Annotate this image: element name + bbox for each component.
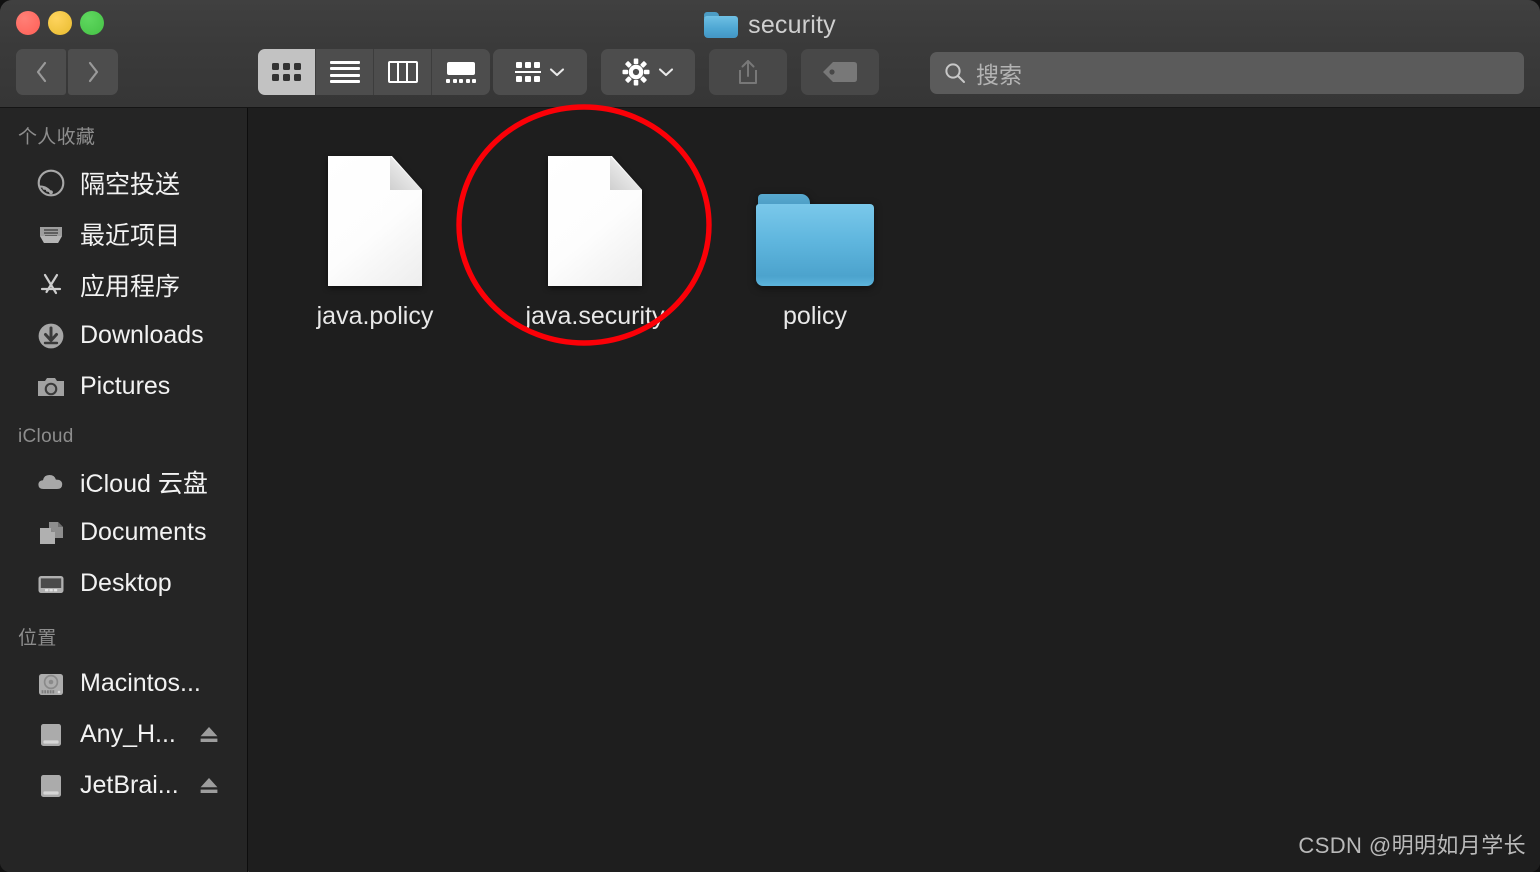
file-item-java-policy[interactable]: java.policy [265, 112, 485, 331]
share-icon [739, 60, 757, 84]
sidebar-group-icloud: iCloud iCloud 云盘 Documents Desktop [0, 426, 247, 609]
recents-icon [36, 219, 66, 249]
sidebar-group-title: 个人收藏 [18, 127, 96, 148]
chevron-down-icon [549, 68, 565, 77]
share-button[interactable] [709, 49, 787, 95]
file-item-java-security[interactable]: java.security [485, 112, 705, 331]
sidebar-item-label: 应用程序 [80, 272, 181, 301]
cloud-icon [36, 467, 66, 497]
eject-icon[interactable] [199, 726, 219, 744]
list-view-button[interactable] [316, 49, 374, 95]
sidebar-item-label: Documents [80, 518, 207, 546]
sidebar-item-documents[interactable]: Documents [0, 507, 247, 558]
group-by-button[interactable] [493, 49, 587, 95]
icon-view-button[interactable] [258, 49, 316, 95]
icon-grid: java.policy java.security policy [265, 112, 925, 331]
forward-chevron-icon [88, 61, 98, 83]
file-label: java.policy [316, 302, 434, 330]
pictures-icon [36, 372, 66, 402]
file-item-policy[interactable]: policy [705, 112, 925, 331]
file-label: java.security [525, 302, 665, 330]
sidebar-item-label: 最近项目 [80, 221, 181, 250]
airdrop-icon [36, 168, 66, 198]
gallery-view-button[interactable] [432, 49, 490, 95]
forward-button[interactable] [68, 49, 118, 95]
sidebar-item-label: JetBrai... [80, 771, 179, 799]
document-icon [548, 156, 642, 286]
column-view-button[interactable] [374, 49, 432, 95]
sidebar-item-any-h-drive[interactable]: Any_H... [0, 709, 247, 760]
window-toolbar: security 搜索 [0, 0, 1540, 108]
folder-icon [756, 194, 874, 286]
sidebar-item-label: Downloads [80, 321, 204, 349]
sidebar: 个人收藏 隔空投送 最近项目 应用程序 Downloads Pictures i… [0, 108, 248, 872]
view-mode-segmented-control [258, 49, 490, 95]
sidebar-item-macintosh-hd[interactable]: Macintos... [0, 658, 247, 709]
sidebar-item-jetbrains-drive[interactable]: JetBrai... [0, 760, 247, 811]
search-field[interactable]: 搜索 [930, 52, 1524, 94]
search-placeholder: 搜索 [976, 62, 1022, 88]
page-title: security [748, 10, 836, 39]
window-title-bar: security [0, 6, 1540, 44]
chevron-down-icon [658, 68, 674, 77]
lines-icon [329, 60, 360, 84]
tag-icon [823, 62, 857, 82]
sidebar-item-label: iCloud 云盘 [80, 469, 208, 498]
back-chevron-icon [36, 61, 46, 83]
eject-icon[interactable] [199, 777, 219, 795]
sidebar-group-locations: 位置 Macintos... Any_H... JetBrai... [0, 623, 247, 811]
back-button[interactable] [16, 49, 66, 95]
file-icon-wrap [328, 112, 422, 292]
grid-small-icon [515, 61, 541, 83]
watermark: CSDN @明明如月学长 [1298, 833, 1526, 858]
sidebar-item-pictures[interactable]: Pictures [0, 361, 247, 412]
gallery-icon [445, 61, 477, 83]
action-button[interactable] [601, 49, 695, 95]
search-icon [945, 63, 965, 83]
grid-icon [272, 63, 301, 81]
navigation-buttons [16, 49, 118, 95]
sidebar-item-label: Desktop [80, 569, 172, 597]
external-drive-icon [36, 771, 66, 801]
sidebar-item-downloads[interactable]: Downloads [0, 310, 247, 361]
sidebar-item-icloud-drive[interactable]: iCloud 云盘 [0, 456, 247, 507]
columns-icon [387, 61, 418, 83]
document-icon [328, 156, 422, 286]
desktop-icon [36, 569, 66, 599]
sidebar-item-recents[interactable]: 最近项目 [0, 208, 247, 259]
file-icon-wrap [548, 112, 642, 292]
downloads-icon [36, 321, 66, 351]
sidebar-item-airdrop[interactable]: 隔空投送 [0, 157, 247, 208]
finder-window: security 搜索 个人收藏 隔空投送 最近项目 应用程序 Download… [0, 0, 1540, 872]
tag-button[interactable] [801, 49, 879, 95]
sidebar-item-label: Pictures [80, 372, 171, 400]
harddisk-icon [36, 669, 66, 699]
external-drive-icon [36, 720, 66, 750]
sidebar-group-favorites: 个人收藏 隔空投送 最近项目 应用程序 Downloads Pictures [0, 122, 247, 412]
sidebar-group-title: iCloud [18, 426, 74, 447]
sidebar-item-desktop[interactable]: Desktop [0, 558, 247, 609]
sidebar-item-applications[interactable]: 应用程序 [0, 259, 247, 310]
sidebar-item-label: Any_H... [80, 720, 176, 748]
screenshot-root: security 搜索 个人收藏 隔空投送 最近项目 应用程序 Download… [0, 0, 1540, 872]
file-area[interactable]: java.policy java.security policy [249, 108, 1540, 872]
gear-icon [622, 58, 650, 86]
sidebar-item-label: Macintos... [80, 669, 201, 697]
sidebar-item-label: 隔空投送 [80, 170, 181, 199]
file-label: policy [783, 302, 847, 330]
file-icon-wrap [756, 112, 874, 292]
applications-icon [36, 270, 66, 300]
folder-icon [704, 12, 739, 38]
documents-icon [36, 518, 66, 548]
sidebar-group-title: 位置 [18, 628, 57, 649]
